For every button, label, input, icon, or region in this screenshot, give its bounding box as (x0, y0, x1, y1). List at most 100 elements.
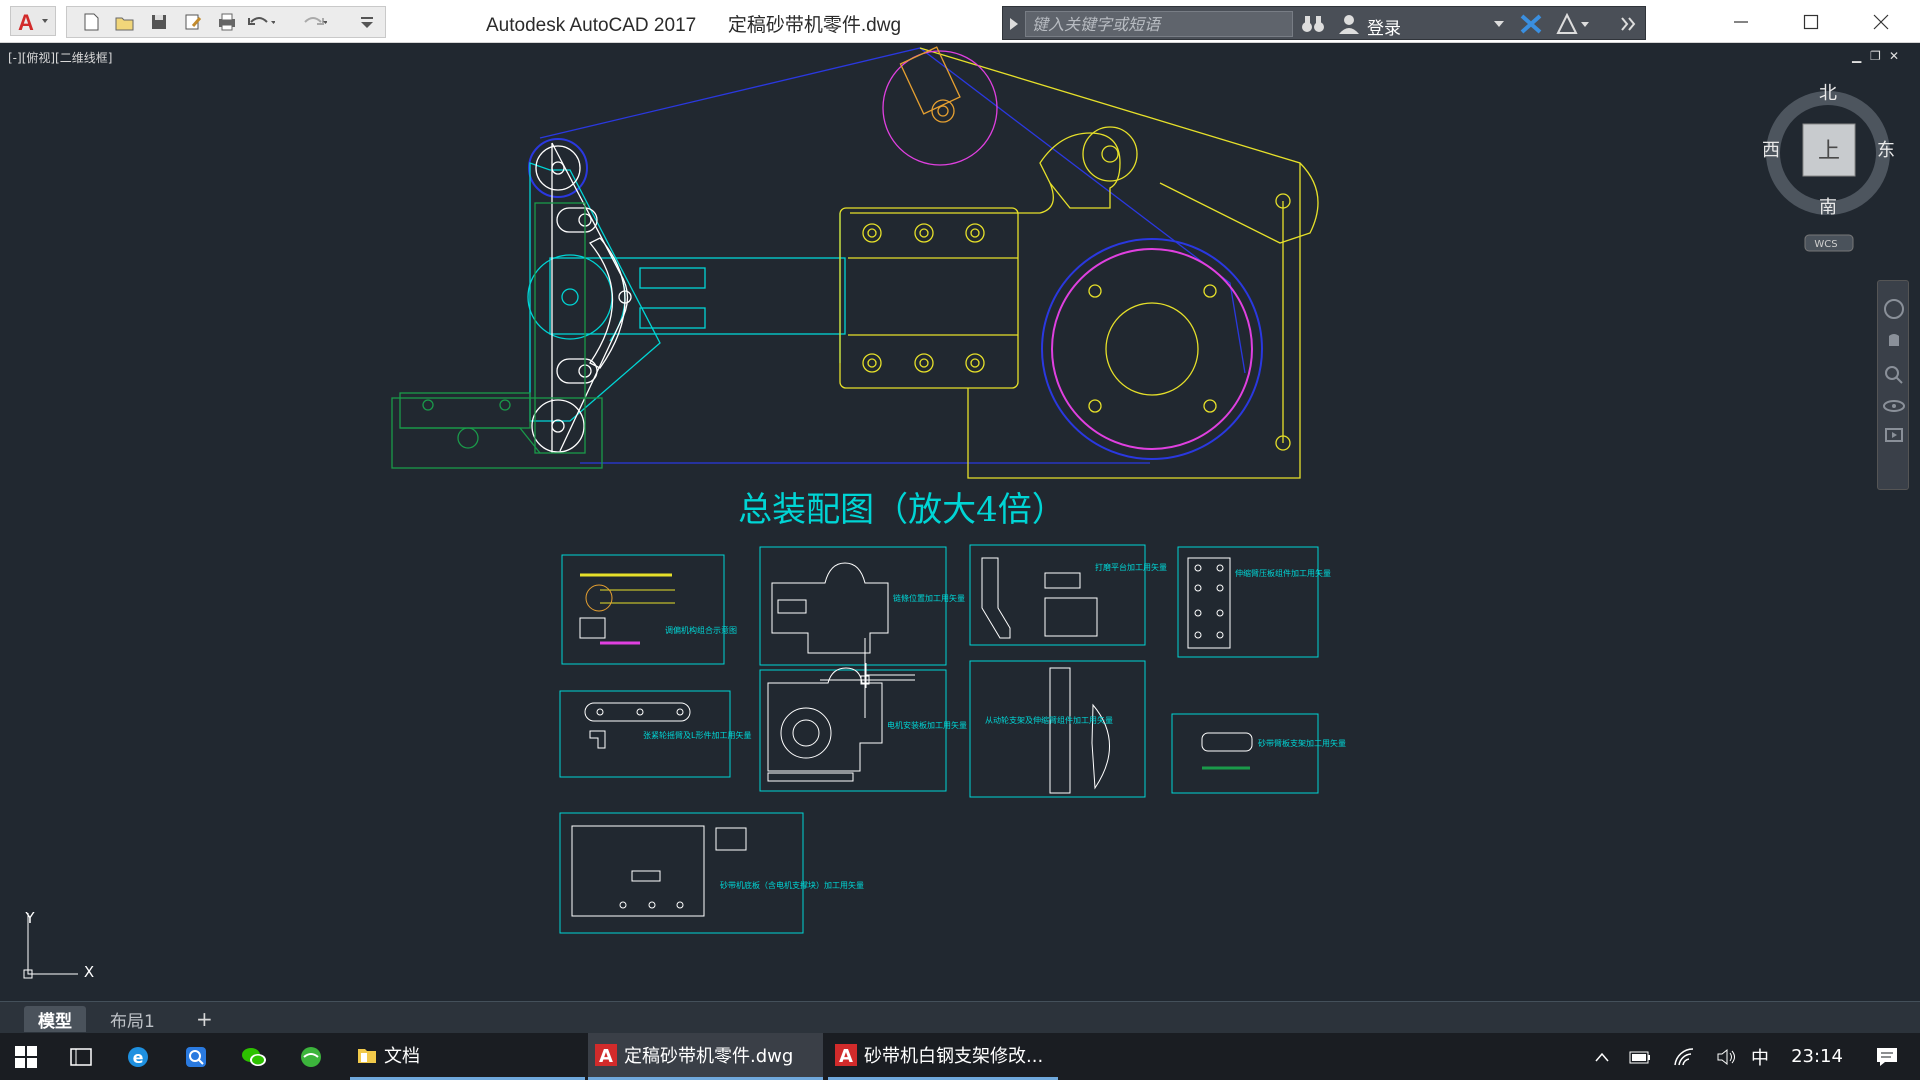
undo-icon[interactable] (247, 9, 275, 35)
model-viewport[interactable]: [-][俯视][二维线框] ▁ ❐ ✕ 总装配图（放大4倍） 调偏机构组合示意图… (0, 43, 1920, 1001)
taskbar-docs[interactable]: 文档 (350, 1033, 585, 1080)
svg-text:伸缩臂压板组件加工用矢量: 伸缩臂压板组件加工用矢量 (1235, 568, 1331, 578)
browser-button[interactable] (285, 1033, 337, 1080)
minimize-button[interactable] (1706, 0, 1776, 43)
start-button[interactable] (0, 1033, 52, 1080)
svg-text:Y: Y (24, 909, 35, 927)
search-input[interactable] (1025, 11, 1293, 37)
network-button[interactable] (1666, 1033, 1702, 1080)
svg-text:砂带机底板（含电机支撑块）加工用矢量: 砂带机底板（含电机支撑块）加工用矢量 (720, 880, 864, 890)
login-button[interactable]: 登录 (1367, 14, 1401, 39)
login-dropdown-icon[interactable] (1493, 19, 1505, 29)
clock[interactable]: 23:14 (1782, 1033, 1852, 1080)
viewcube-north: 北 (1819, 83, 1837, 104)
overflow-icon[interactable] (1619, 15, 1639, 33)
wechat-icon (242, 1047, 266, 1066)
infocenter-bar: 登录 (1002, 6, 1646, 40)
close-button[interactable] (1846, 0, 1916, 43)
detail-frame[interactable]: 调偏机构组合示意图 (561, 554, 737, 665)
viewcube-south: 南 (1819, 197, 1837, 218)
maximize-button[interactable] (1776, 0, 1846, 43)
maximize-icon (1803, 14, 1819, 29)
svg-text:打磨平台加工用矢量: 打磨平台加工用矢量 (1095, 562, 1167, 572)
autocad-app-icon: A (595, 1044, 617, 1067)
customize-toolbar-icon[interactable] (353, 9, 381, 35)
360-browser-icon (301, 1046, 321, 1067)
volume-button[interactable] (1708, 1033, 1744, 1080)
window-title: Autodesk AutoCAD 2017 定稿砂带机零件.dwg (486, 15, 902, 36)
taskbar-autocad-task1[interactable]: A 定稿砂带机零件.dwg (588, 1033, 823, 1080)
ime-indicator[interactable]: 中 (1742, 1033, 1778, 1080)
layout-tabs: 模型 布局1 + (0, 1001, 1920, 1033)
drawing-title: 总装配图（放大4倍） (738, 490, 1066, 530)
wifi-icon (1674, 1047, 1694, 1065)
save-as-icon[interactable] (179, 9, 207, 35)
detail-frame[interactable]: 伸缩臂压板组件加工用矢量 (1177, 546, 1331, 658)
svg-text:链條位置加工用矢量: 链條位置加工用矢量 (893, 593, 965, 603)
new-file-icon[interactable] (77, 9, 105, 35)
battery-icon (1629, 1051, 1650, 1063)
svg-text:A: A (18, 10, 34, 33)
search-app-button[interactable] (170, 1033, 222, 1080)
detail-frame[interactable]: 砂带臂板支架加工用矢量 (1171, 713, 1346, 794)
crosshair-cursor (820, 638, 915, 718)
detail-frame[interactable]: 电机安装板加工用矢量 (759, 663, 967, 792)
svg-text:e: e (133, 1048, 144, 1067)
action-center-button[interactable] (1862, 1033, 1912, 1080)
tray-overflow-button[interactable] (1584, 1033, 1620, 1080)
application-menu-button[interactable]: A (10, 6, 56, 36)
svg-text:张紧轮摇臂及L形件加工用矢量: 张紧轮摇臂及L形件加工用矢量 (643, 730, 751, 740)
minimize-icon (1734, 20, 1748, 23)
svg-text:砂带臂板支架加工用矢量: 砂带臂板支架加工用矢量 (1258, 738, 1346, 748)
ie-icon: e (128, 1046, 148, 1067)
a360-icon[interactable] (1555, 13, 1593, 35)
svg-text:A: A (839, 1046, 853, 1067)
autodesk-exchange-icon[interactable] (1519, 13, 1543, 35)
wcs-menu: WCS (1814, 239, 1837, 250)
add-layout-button[interactable]: + (182, 1006, 227, 1032)
user-icon[interactable] (1337, 13, 1361, 35)
close-icon (1873, 14, 1889, 29)
quick-access-toolbar (66, 6, 386, 38)
detail-frame[interactable]: 张紧轮摇臂及L形件加工用矢量 (559, 690, 751, 778)
assembly-drawing (391, 46, 1319, 479)
windows-logo-icon (15, 1045, 37, 1068)
viewcube[interactable]: 上 北 南 东 西 WCS (1762, 83, 1895, 252)
notification-icon (1877, 1047, 1897, 1066)
redo-icon[interactable] (299, 9, 327, 35)
tab-layout1[interactable]: 布局1 (96, 1006, 169, 1032)
open-file-icon[interactable] (111, 9, 139, 35)
battery-button[interactable] (1622, 1033, 1658, 1080)
magnifier-app-icon (186, 1046, 206, 1067)
title-bar: A Autodesk AutoCAD 2017 定稿砂带机零件.dwg 键入关键… (0, 0, 1920, 43)
save-icon[interactable] (145, 9, 173, 35)
autocad-app-icon: A (835, 1044, 857, 1067)
task-view-icon (70, 1047, 92, 1066)
viewcube-east: 东 (1877, 140, 1895, 161)
svg-text:调偏机构组合示意图: 调偏机构组合示意图 (665, 625, 737, 635)
zoom-icon[interactable] (1885, 366, 1903, 384)
detail-frame[interactable]: 打磨平台加工用矢量 (969, 544, 1167, 646)
plot-icon[interactable] (213, 9, 241, 35)
detail-frame[interactable]: 砂带机底板（含电机支撑块）加工用矢量 (559, 812, 864, 934)
binoculars-icon[interactable] (1301, 13, 1325, 35)
autocad-logo-icon: A (18, 10, 48, 33)
viewcube-face-top: 上 (1818, 139, 1840, 164)
expand-arrow-icon[interactable] (1007, 16, 1021, 32)
folder-icon (358, 1049, 376, 1063)
detail-frame[interactable]: 链條位置加工用矢量 (759, 546, 965, 666)
svg-text:从动轮支架及伸缩臂组件加工用矢量: 从动轮支架及伸缩臂组件加工用矢量 (985, 715, 1113, 725)
ie-browser-button[interactable]: e (112, 1033, 164, 1080)
pan-icon[interactable] (1889, 334, 1899, 346)
drawing-canvas[interactable]: 总装配图（放大4倍） 调偏机构组合示意图 链條位置加工用矢量 打磨平台加工用矢量 (0, 43, 1920, 1001)
ucs-icon: Y X (23, 909, 94, 981)
speaker-icon (1717, 1048, 1735, 1065)
detail-frame[interactable]: 从动轮支架及伸缩臂组件加工用矢量 (969, 660, 1146, 798)
orbit-icon[interactable] (1883, 400, 1905, 412)
showmotion-icon[interactable] (1885, 428, 1903, 442)
tab-model[interactable]: 模型 (24, 1006, 86, 1032)
task-view-button[interactable] (55, 1033, 107, 1080)
wechat-button[interactable] (228, 1033, 280, 1080)
taskbar-autocad-task2[interactable]: A 砂带机白钢支架修改... (828, 1033, 1058, 1080)
steering-wheel-icon[interactable] (1884, 299, 1904, 319)
